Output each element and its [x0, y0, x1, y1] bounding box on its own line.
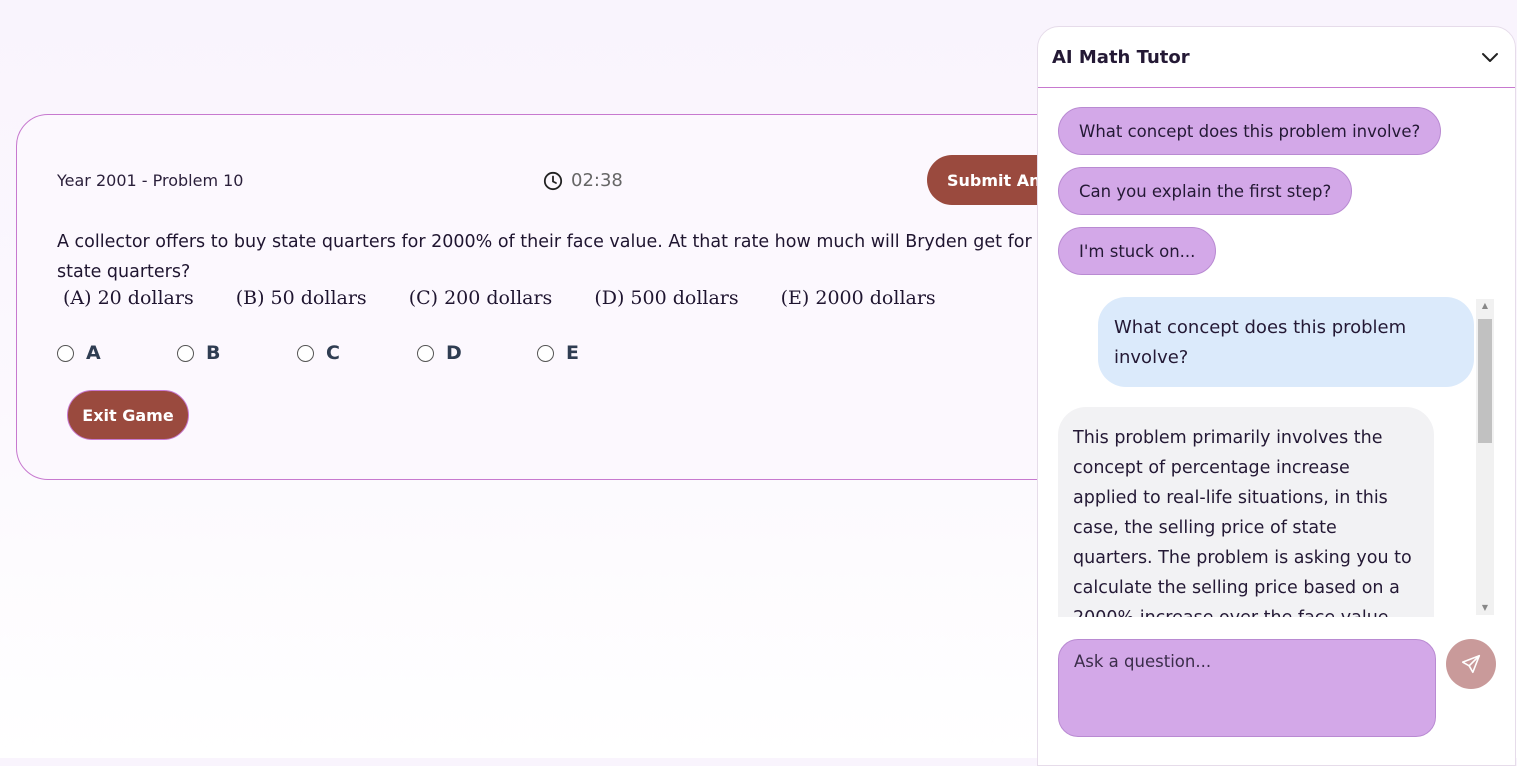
- suggestion-chip-concept[interactable]: What concept does this problem involve?: [1058, 107, 1442, 155]
- option-label-b: B: [206, 342, 221, 364]
- timer: 02:38: [543, 170, 623, 191]
- question-text: A collector offers to buy state quarters…: [57, 232, 1076, 282]
- option-c[interactable]: C: [297, 342, 417, 364]
- timer-value: 02:38: [571, 170, 623, 191]
- scroll-up-arrow-icon[interactable]: ▲: [1476, 299, 1494, 313]
- option-d[interactable]: D: [417, 342, 537, 364]
- send-icon: [1461, 654, 1481, 674]
- radio-d[interactable]: [417, 344, 434, 362]
- suggestion-chip-stuck[interactable]: I'm stuck on...: [1058, 227, 1217, 275]
- option-a[interactable]: A: [57, 342, 177, 364]
- problem-card: Year 2001 - Problem 10 02:38 Submit Answ…: [16, 114, 1076, 480]
- clock-icon: [543, 171, 563, 190]
- chevron-down-icon[interactable]: [1481, 49, 1499, 65]
- answer-options: A B C D E: [57, 342, 657, 364]
- suggestion-chip-first-step[interactable]: Can you explain the first step?: [1058, 167, 1353, 215]
- option-label-c: C: [326, 342, 340, 364]
- tutor-title: AI Math Tutor: [1052, 47, 1190, 68]
- scroll-down-arrow-icon[interactable]: ▼: [1476, 601, 1494, 615]
- send-button[interactable]: [1446, 639, 1496, 689]
- option-label-a: A: [86, 342, 101, 364]
- radio-a[interactable]: [57, 344, 74, 362]
- ai-tutor-panel: AI Math Tutor What concept does this pro…: [1037, 26, 1516, 766]
- tutor-header[interactable]: AI Math Tutor: [1038, 27, 1515, 88]
- scrollbar-thumb[interactable]: [1478, 319, 1492, 443]
- choice-c: (C) 200 dollars: [408, 287, 553, 309]
- ai-message: This problem primarily involves the conc…: [1058, 407, 1434, 617]
- radio-e[interactable]: [537, 344, 554, 362]
- problem-title: Year 2001 - Problem 10: [57, 171, 244, 190]
- option-label-d: D: [446, 342, 462, 364]
- user-message: What concept does this problem involve?: [1098, 297, 1474, 387]
- exit-game-button[interactable]: Exit Game: [67, 390, 189, 440]
- chat-messages[interactable]: What concept does this problem involve? …: [1038, 297, 1496, 617]
- answer-choices: (A) 20 dollars (B) 50 dollars (C) 200 do…: [63, 287, 978, 309]
- chat-scrollbar[interactable]: ▲ ▼: [1476, 299, 1494, 615]
- choice-b: (B) 50 dollars: [235, 287, 367, 309]
- choice-d: (D) 500 dollars: [594, 287, 739, 309]
- radio-c[interactable]: [297, 344, 314, 362]
- option-label-e: E: [566, 342, 579, 364]
- radio-b[interactable]: [177, 344, 194, 362]
- choice-a: (A) 20 dollars: [63, 287, 194, 309]
- question-input[interactable]: Ask a question...: [1058, 639, 1436, 737]
- option-e[interactable]: E: [537, 342, 657, 364]
- option-b[interactable]: B: [177, 342, 297, 364]
- choice-e: (E) 2000 dollars: [780, 287, 936, 309]
